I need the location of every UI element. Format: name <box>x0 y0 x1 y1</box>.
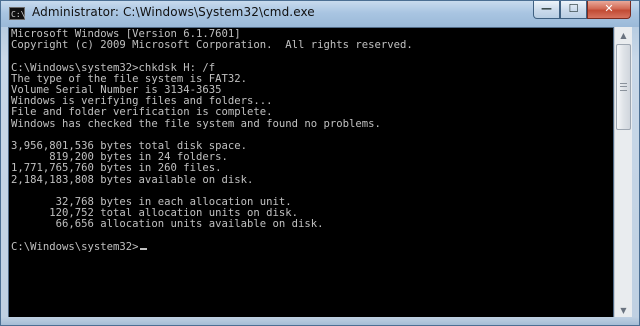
console-line: 66,656 allocation units available on dis… <box>11 218 324 231</box>
console-output: Microsoft Windows [Version 6.1.7601] Cop… <box>11 28 413 253</box>
cmd-window: C:\ Administrator: C:\Windows\System32\c… <box>0 0 640 326</box>
grip-icon <box>620 83 627 91</box>
console-line: The type of the file system is FAT32. <box>11 72 247 85</box>
console-line: 2,184,183,808 bytes available on disk. <box>11 173 254 186</box>
window-controls: — ☐ ✕ <box>533 1 631 19</box>
minimize-button[interactable]: — <box>533 1 560 19</box>
console-line: 32,768 bytes in each allocation unit. <box>11 196 292 209</box>
console-line: 3,956,801,536 bytes total disk space. <box>11 140 247 153</box>
cmd-app-icon[interactable]: C:\ <box>9 7 25 20</box>
console-line: Windows is verifying files and folders..… <box>11 95 273 108</box>
window-title: Administrator: C:\Windows\System32\cmd.e… <box>32 5 315 19</box>
console-line: 120,752 total allocation units on disk. <box>11 207 299 220</box>
console-line: 819,200 bytes in 24 folders. <box>11 151 228 164</box>
console-line: Windows has checked the file system and … <box>11 117 381 130</box>
vertical-scrollbar[interactable]: ▲ ▼ <box>614 27 632 319</box>
console-line: 1,771,765,760 bytes in 260 files. <box>11 162 222 175</box>
scrollbar-thumb[interactable] <box>616 44 631 130</box>
title-bar[interactable]: C:\ Administrator: C:\Windows\System32\c… <box>1 1 639 27</box>
maximize-button[interactable]: ☐ <box>560 1 587 19</box>
scroll-up-arrow-icon[interactable]: ▲ <box>615 27 632 44</box>
window-bottom-border <box>1 317 639 325</box>
console-line: File and folder verification is complete… <box>11 106 273 119</box>
text-cursor <box>139 247 147 250</box>
command-prompt[interactable]: C:\Windows\system32> <box>11 241 139 253</box>
console-line: Volume Serial Number is 3134-3635 <box>11 84 222 97</box>
console-line: C:\Windows\system32>chkdsk H: /f <box>11 61 216 74</box>
console-area[interactable]: Microsoft Windows [Version 6.1.7601] Cop… <box>8 27 614 319</box>
close-button[interactable]: ✕ <box>587 1 631 19</box>
console-line: Microsoft Windows [Version 6.1.7601] <box>11 28 241 40</box>
console-line: Copyright (c) 2009 Microsoft Corporation… <box>11 39 413 52</box>
